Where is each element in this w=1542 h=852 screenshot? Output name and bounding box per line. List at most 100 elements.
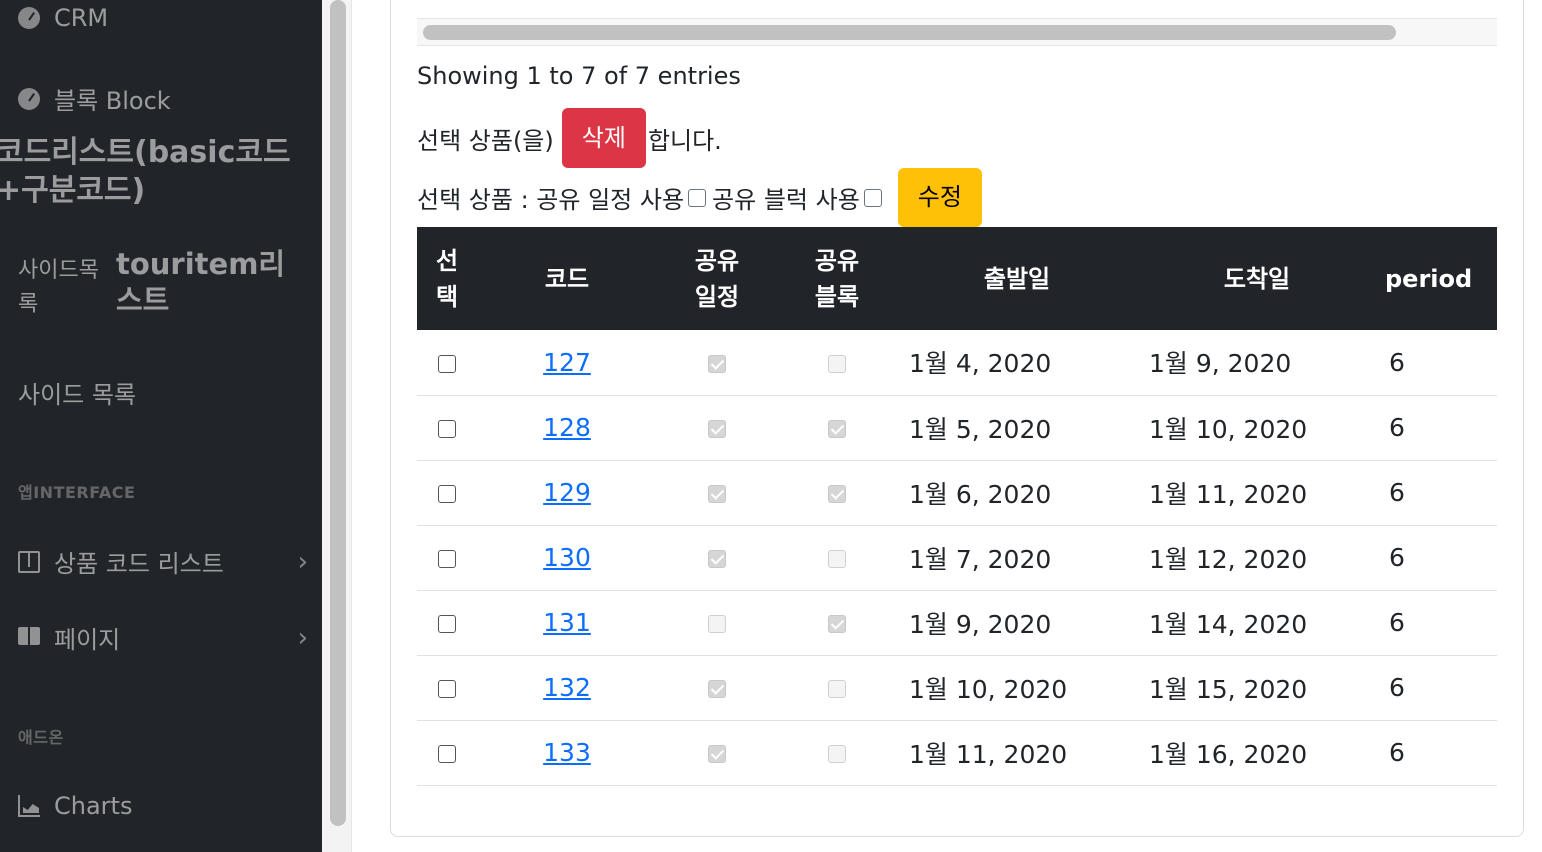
share-block-cell bbox=[777, 720, 897, 786]
select-cell bbox=[417, 460, 477, 526]
row-select-checkbox[interactable] bbox=[438, 420, 456, 438]
code-link[interactable]: 133 bbox=[543, 738, 591, 767]
share-block-cell bbox=[777, 395, 897, 461]
sidebar-item-page[interactable]: 페이지 › bbox=[18, 620, 308, 655]
code-cell: 129 bbox=[477, 460, 657, 526]
code-link[interactable]: 130 bbox=[543, 543, 591, 572]
edit-row: 선택 상품 : 공유 일정 사용 공유 블럭 사용 수정 bbox=[417, 168, 982, 227]
share-block-checkbox[interactable] bbox=[863, 188, 882, 207]
share-schedule-checkbox-disabled bbox=[708, 485, 726, 503]
header-share-schedule[interactable]: 공유일정 bbox=[657, 227, 777, 330]
sidebar-item-block[interactable]: 블록 Block bbox=[18, 81, 171, 116]
header-code[interactable]: 코드 bbox=[477, 227, 657, 330]
sidebar-code-list-title[interactable]: 코드리스트(basic코드+구분코드) bbox=[0, 134, 322, 210]
delete-suffix-text: 합니다. bbox=[647, 126, 722, 155]
table-row: 129 1월 6, 2020 1월 11, 2020 6 bbox=[417, 460, 1497, 526]
departure-cell: 1월 10, 2020 bbox=[897, 655, 1137, 721]
share-schedule-checkbox[interactable] bbox=[688, 188, 707, 207]
columns-icon bbox=[18, 550, 40, 573]
table-horizontal-scrollbar[interactable] bbox=[417, 18, 1497, 46]
dashboard-gauge-icon bbox=[18, 7, 40, 29]
period-cell: 6 bbox=[1377, 330, 1497, 396]
row-select-checkbox[interactable] bbox=[438, 550, 456, 568]
share-block-cell bbox=[777, 655, 897, 721]
share-block-checkbox-disabled bbox=[828, 485, 846, 503]
sidebar-item-side-list-left[interactable]: 사이드목록 bbox=[18, 254, 110, 322]
table-body: 127 1월 4, 2020 1월 9, 2020 6 128 1월 5, 2020 1월 … bbox=[417, 330, 1497, 786]
arrival-cell: 1월 15, 2020 bbox=[1137, 655, 1377, 721]
book-open-icon bbox=[18, 626, 40, 649]
arrival-cell: 1월 11, 2020 bbox=[1137, 460, 1377, 526]
share-schedule-cell bbox=[657, 395, 777, 461]
row-select-checkbox[interactable] bbox=[438, 354, 456, 373]
share-schedule-checkbox-disabled bbox=[708, 745, 726, 763]
period-cell: 6 bbox=[1377, 460, 1497, 526]
code-link[interactable]: 129 bbox=[543, 478, 591, 507]
delete-button[interactable]: 삭제 bbox=[561, 108, 646, 168]
departure-cell: 1월 5, 2020 bbox=[897, 395, 1137, 461]
departure-cell: 1월 11, 2020 bbox=[897, 720, 1137, 786]
arrival-cell: 1월 12, 2020 bbox=[1137, 525, 1377, 591]
share-schedule-cell bbox=[657, 330, 777, 396]
row-select-checkbox[interactable] bbox=[438, 745, 456, 763]
select-cell bbox=[417, 395, 477, 461]
row-select-checkbox[interactable] bbox=[438, 615, 456, 633]
share-schedule-checkbox-disabled bbox=[708, 615, 726, 633]
share-schedule-checkbox-disabled bbox=[708, 680, 726, 698]
share-block-cell bbox=[777, 330, 897, 396]
arrival-cell: 1월 16, 2020 bbox=[1137, 720, 1377, 786]
header-share-block[interactable]: 공유블록 bbox=[777, 227, 897, 330]
sidebar-item-touritem-list[interactable]: touritem리스트 bbox=[116, 246, 301, 318]
code-cell: 127 bbox=[477, 330, 657, 396]
share-block-checkbox-disabled bbox=[828, 550, 846, 568]
row-select-checkbox[interactable] bbox=[438, 485, 456, 503]
sidebar-heading-app-interface: 앱INTERFACE bbox=[18, 483, 136, 502]
sidebar-item-label: Charts bbox=[54, 792, 133, 820]
share-schedule-cell bbox=[657, 590, 777, 656]
share-block-checkbox-disabled bbox=[828, 680, 846, 698]
table-row: 131 1월 9, 2020 1월 14, 2020 6 bbox=[417, 590, 1497, 656]
share-schedule-cell bbox=[657, 720, 777, 786]
code-cell: 133 bbox=[477, 720, 657, 786]
code-link[interactable]: 132 bbox=[543, 673, 591, 702]
select-cell bbox=[417, 720, 477, 786]
edit-button[interactable]: 수정 bbox=[897, 168, 982, 227]
sidebar-heading-addon: 애드온 bbox=[18, 728, 64, 747]
code-link[interactable]: 127 bbox=[543, 348, 591, 377]
header-select[interactable]: 선택 bbox=[417, 227, 477, 330]
share-schedule-cell bbox=[657, 525, 777, 591]
code-link[interactable]: 128 bbox=[543, 413, 591, 442]
table-row: 133 1월 11, 2020 1월 16, 2020 6 bbox=[417, 720, 1497, 786]
share-block-checkbox-disabled bbox=[828, 420, 846, 438]
code-link[interactable]: 131 bbox=[543, 608, 591, 637]
period-cell: 6 bbox=[1377, 720, 1497, 786]
chevron-right-icon: › bbox=[297, 622, 308, 653]
dashboard-gauge-icon bbox=[18, 87, 40, 110]
row-select-checkbox[interactable] bbox=[438, 680, 456, 698]
header-arrival[interactable]: 도착일 bbox=[1137, 227, 1377, 330]
share-block-cell bbox=[777, 460, 897, 526]
select-cell bbox=[417, 590, 477, 656]
table-row: 132 1월 10, 2020 1월 15, 2020 6 bbox=[417, 655, 1497, 721]
sidebar-scrollbar-thumb[interactable] bbox=[330, 0, 346, 826]
select-cell bbox=[417, 330, 477, 396]
sidebar-item-crm[interactable]: CRM bbox=[18, 4, 108, 32]
sidebar-item-side-list[interactable]: 사이드 목록 bbox=[18, 375, 136, 410]
chevron-right-icon: › bbox=[297, 546, 308, 577]
table-header-row: 선택 코드 공유일정 공유블록 출발일 도착일 period bbox=[417, 227, 1497, 330]
area-chart-icon bbox=[18, 795, 40, 817]
edit-middle-text: 공유 블럭 사용 bbox=[712, 186, 860, 214]
share-block-checkbox-disabled bbox=[828, 745, 846, 763]
sidebar-item-label: CRM bbox=[54, 4, 109, 32]
table-horizontal-scrollbar-thumb[interactable] bbox=[423, 25, 1396, 40]
delete-prefix-text: 선택 상품(을) bbox=[417, 126, 554, 155]
code-cell: 130 bbox=[477, 525, 657, 591]
sidebar-item-charts[interactable]: Charts bbox=[18, 792, 132, 820]
table-row: 130 1월 7, 2020 1월 12, 2020 6 bbox=[417, 525, 1497, 591]
share-schedule-checkbox-disabled bbox=[708, 354, 726, 373]
app-page: CRM 블록 Block 코드리스트(basic코드+구분코드) 사이드목록 t… bbox=[0, 0, 1542, 852]
header-period[interactable]: period bbox=[1377, 227, 1497, 330]
sidebar-item-product-code-list[interactable]: 상품 코드 리스트 › bbox=[18, 544, 308, 579]
departure-cell: 1월 4, 2020 bbox=[897, 330, 1137, 396]
header-departure[interactable]: 출발일 bbox=[897, 227, 1137, 330]
